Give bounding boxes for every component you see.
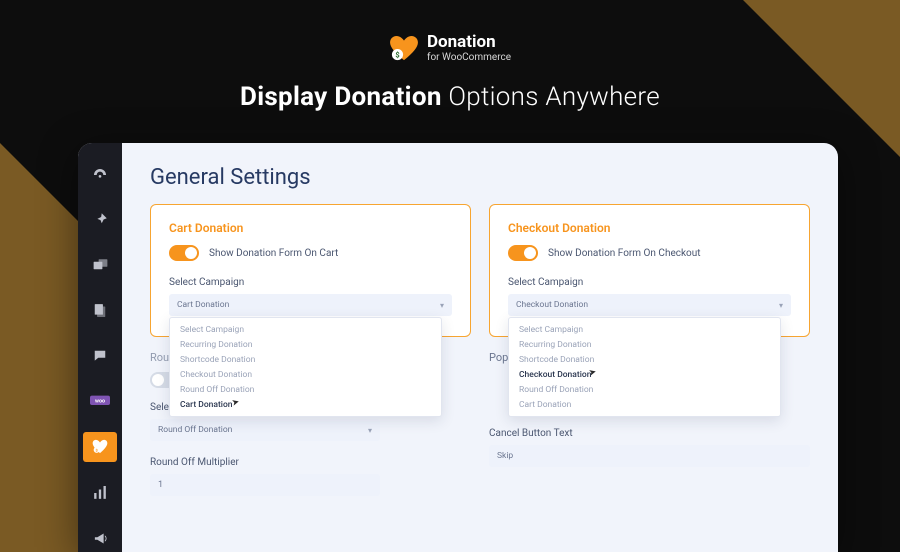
dropdown-option[interactable]: Recurring Donation bbox=[170, 337, 441, 352]
svg-text:woo: woo bbox=[95, 398, 105, 404]
media-icon[interactable] bbox=[78, 251, 122, 278]
toggle-cart-form[interactable] bbox=[169, 245, 199, 261]
card-title-cart: Cart Donation bbox=[169, 221, 452, 235]
toggle-label-checkout: Show Donation Form On Checkout bbox=[548, 248, 701, 259]
toggle-label-cart: Show Donation Form On Cart bbox=[209, 248, 338, 259]
marketing-icon[interactable] bbox=[78, 525, 122, 552]
svg-text:$: $ bbox=[395, 50, 399, 59]
dropdown-option[interactable]: Round Off Donation bbox=[509, 382, 780, 397]
woo-icon[interactable]: woo bbox=[78, 387, 122, 414]
cancel-button-text-label: Cancel Button Text bbox=[489, 428, 810, 439]
card-title-checkout: Checkout Donation bbox=[508, 221, 791, 235]
dropdown-option[interactable]: Shortcode Donation bbox=[170, 352, 441, 367]
brand-name: Donation bbox=[427, 34, 511, 51]
dropdown-option[interactable]: Select Campaign bbox=[170, 322, 441, 337]
cursor-icon: ➤ bbox=[231, 397, 241, 409]
select-campaign-label-checkout: Select Campaign bbox=[508, 277, 791, 288]
tagline: Display Donation Options Anywhere bbox=[0, 82, 900, 112]
select-campaign-label-cart: Select Campaign bbox=[169, 277, 452, 288]
checkout-campaign-dropdown[interactable]: Select Campaign Recurring Donation Short… bbox=[508, 317, 781, 417]
brand-logo: $ Donation for WooCommerce bbox=[389, 34, 511, 63]
chevron-down-icon: ▾ bbox=[779, 301, 783, 310]
page-title: General Settings bbox=[150, 165, 810, 190]
cursor-icon: ➤ bbox=[588, 367, 598, 379]
cart-donation-card: Cart Donation Show Donation Form On Cart… bbox=[150, 204, 471, 337]
round-off-multiplier-input[interactable]: 1 bbox=[150, 474, 380, 496]
pin-icon[interactable] bbox=[78, 206, 122, 233]
select-campaign-roundoff[interactable]: Round Off Donation ▾ bbox=[150, 419, 380, 441]
toggle-checkout-form[interactable] bbox=[508, 245, 538, 261]
select-campaign-checkout[interactable]: Checkout Donation ▾ bbox=[508, 294, 791, 316]
chevron-down-icon: ▾ bbox=[440, 301, 444, 310]
dashboard-icon[interactable] bbox=[78, 161, 122, 188]
donation-icon[interactable]: $ bbox=[83, 432, 117, 461]
dropdown-option[interactable]: Shortcode Donation bbox=[509, 352, 780, 367]
admin-sidebar: woo $ bbox=[78, 143, 122, 552]
dropdown-option[interactable]: Cart Donation ➤ bbox=[170, 397, 441, 412]
dropdown-option[interactable]: Round Off Donation bbox=[170, 382, 441, 397]
app-window: woo $ General Settings Cart Donation Sho… bbox=[78, 143, 838, 552]
chevron-down-icon: ▾ bbox=[368, 426, 372, 435]
cancel-button-text-input[interactable]: Skip bbox=[489, 445, 810, 467]
heart-dollar-icon: $ bbox=[389, 36, 419, 62]
select-campaign-cart[interactable]: Cart Donation ▾ bbox=[169, 294, 452, 316]
dropdown-option[interactable]: Select Campaign bbox=[509, 322, 780, 337]
round-off-multiplier-label: Round Off Multiplier bbox=[150, 457, 471, 468]
dropdown-option[interactable]: Checkout Donation bbox=[170, 367, 441, 382]
cart-campaign-dropdown[interactable]: Select Campaign Recurring Donation Short… bbox=[169, 317, 442, 417]
dropdown-option[interactable]: Recurring Donation bbox=[509, 337, 780, 352]
dropdown-option[interactable]: Cart Donation bbox=[509, 397, 780, 412]
brand-subtitle: for WooCommerce bbox=[427, 53, 511, 63]
checkout-donation-card: Checkout Donation Show Donation Form On … bbox=[489, 204, 810, 337]
pages-icon[interactable] bbox=[78, 297, 122, 324]
dropdown-option[interactable]: Checkout Donation ➤ bbox=[509, 367, 780, 382]
comments-icon[interactable] bbox=[78, 342, 122, 369]
analytics-icon[interactable] bbox=[78, 480, 122, 507]
